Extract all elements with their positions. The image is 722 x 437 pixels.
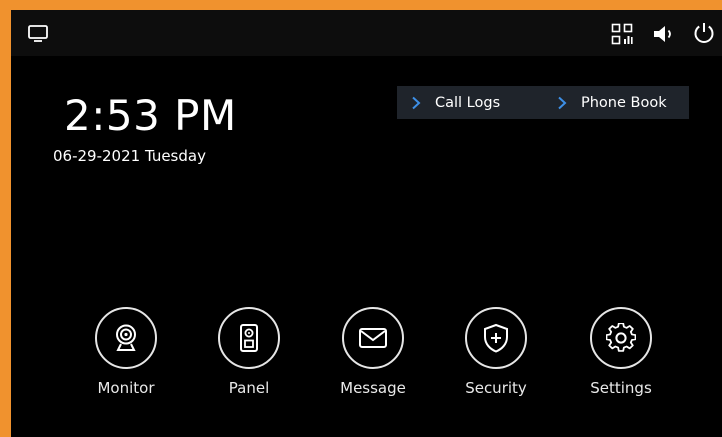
panel-icon-ring bbox=[218, 307, 280, 369]
phone-book-link[interactable]: Phone Book bbox=[543, 95, 667, 111]
gear-icon bbox=[606, 323, 636, 352]
message-icon-ring bbox=[342, 307, 404, 369]
door-panel-icon bbox=[240, 324, 258, 352]
quick-links-bar: Call Logs Phone Book bbox=[397, 86, 689, 119]
chevron-right-icon bbox=[558, 96, 567, 109]
menu-settings-button[interactable]: Settings bbox=[571, 307, 671, 407]
clock-date: 06-29-2021 Tuesday bbox=[53, 147, 206, 165]
menu-security-button[interactable]: Security bbox=[446, 307, 546, 407]
volume-icon[interactable] bbox=[651, 22, 677, 46]
call-logs-label: Call Logs bbox=[435, 94, 501, 111]
intercom-screen: 2:53 PM 06-29-2021 Tuesday Call Logs Pho… bbox=[11, 10, 722, 437]
clock-time: 2:53 PM bbox=[64, 91, 237, 140]
monitor-screen-icon[interactable] bbox=[27, 24, 49, 44]
status-bar bbox=[11, 10, 722, 56]
phone-book-label: Phone Book bbox=[581, 94, 667, 111]
qr-code-icon[interactable] bbox=[611, 23, 633, 45]
call-logs-link[interactable]: Call Logs bbox=[397, 95, 543, 111]
envelope-icon bbox=[359, 328, 387, 348]
menu-settings-label: Settings bbox=[590, 379, 652, 397]
menu-monitor-label: Monitor bbox=[97, 379, 155, 397]
settings-icon-ring bbox=[590, 307, 652, 369]
menu-panel-label: Panel bbox=[228, 379, 270, 397]
power-icon[interactable] bbox=[692, 21, 716, 45]
menu-panel-button[interactable]: Panel bbox=[199, 307, 299, 407]
menu-security-label: Security bbox=[465, 379, 527, 397]
chevron-right-icon bbox=[412, 96, 421, 109]
webcam-icon bbox=[116, 324, 136, 351]
menu-monitor-button[interactable]: Monitor bbox=[76, 307, 176, 407]
monitor-icon-ring bbox=[95, 307, 157, 369]
security-icon-ring bbox=[465, 307, 527, 369]
menu-message-button[interactable]: Message bbox=[323, 307, 423, 407]
menu-message-label: Message bbox=[340, 379, 406, 397]
shield-plus-icon bbox=[484, 323, 508, 353]
